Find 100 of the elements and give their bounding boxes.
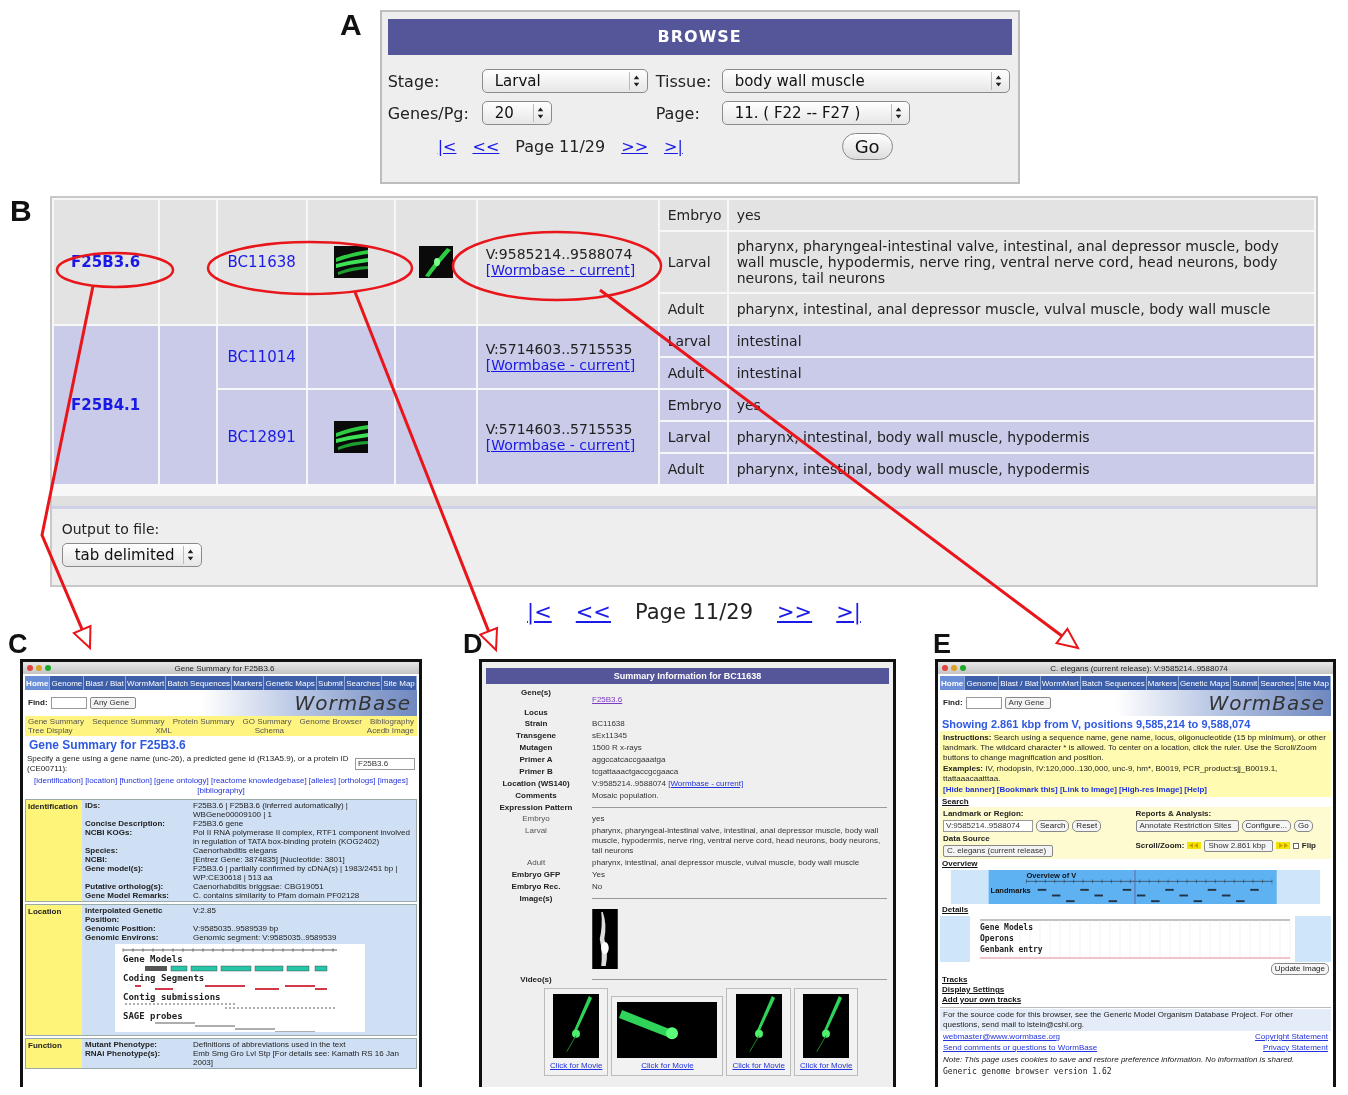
genes-per-page-select[interactable]: 20 — [481, 101, 552, 125]
landmarks-label: Landmarks — [990, 885, 1031, 895]
find-field[interactable] — [50, 697, 87, 709]
field-value: Yes — [592, 870, 607, 880]
sub-navigation-link[interactable]: Schema — [254, 726, 285, 735]
wormbase-link[interactable]: [Wormbase - current] — [485, 437, 636, 453]
movie-link[interactable]: Click for Movie — [550, 1061, 603, 1070]
table-cell: Adult — [659, 294, 727, 324]
table-cell: Larval — [659, 232, 727, 292]
first-page-link[interactable]: |< — [437, 137, 457, 156]
next-page-link[interactable]: >> — [777, 600, 813, 624]
update-image-button[interactable]: Update Image — [1270, 963, 1329, 975]
last-page-link[interactable]: >| — [664, 137, 683, 156]
go-button[interactable]: Go — [841, 133, 893, 160]
privacy-link[interactable]: Privacy Statement — [1263, 1043, 1328, 1053]
comments-link[interactable]: Send comments or questions to WormBase — [943, 1043, 1098, 1053]
search-button[interactable]: Search — [1036, 820, 1070, 832]
sub-navigation-link[interactable]: Gene Summary — [28, 717, 85, 726]
gene-link[interactable]: F25B4.1 — [71, 397, 141, 413]
gene-link[interactable]: F25B3.6 — [71, 254, 141, 270]
reset-button[interactable]: Reset — [1072, 820, 1102, 832]
scroll-left-icon[interactable] — [1187, 842, 1202, 849]
go-button[interactable]: Go — [1293, 820, 1313, 832]
page-select[interactable]: 11. ( F22 -- F27 ) — [721, 101, 910, 125]
find-select[interactable]: Any Gene — [1004, 697, 1052, 709]
configure-button[interactable]: Configure... — [1241, 820, 1291, 832]
field-label: Putative ortholog(s): — [85, 882, 165, 891]
previous-page-link[interactable]: << — [575, 600, 611, 624]
field-label: Embryo — [521, 814, 551, 823]
field-label: Tissue: — [655, 71, 713, 91]
data-source-select[interactable]: C. elegans (current release) — [943, 845, 1054, 857]
zoom-select[interactable]: Show 2.861 kbp — [1204, 839, 1273, 852]
minimize-icon[interactable] — [36, 665, 42, 671]
table-cell: Embryo — [659, 390, 727, 420]
field-value: pharynx, intestinal, anal depressor muscle, vulval muscle, body wall muscle — [592, 858, 861, 868]
find-field[interactable] — [965, 697, 1002, 709]
tissue-select[interactable]: body wall muscle — [721, 69, 1010, 93]
table-cell: Larval — [659, 422, 727, 452]
checkbox-icon[interactable] — [1292, 842, 1299, 849]
section-toggle[interactable]: Display Settings — [938, 985, 1009, 995]
stage-select[interactable]: Larval — [481, 69, 648, 93]
find-label: Find: — [28, 698, 48, 708]
table-cell: intestinal — [728, 326, 1314, 356]
sub-navigation-link[interactable]: Sequence Summary — [92, 717, 165, 726]
movie-link[interactable]: Click for Movie — [732, 1061, 785, 1070]
field-label: Concise Description: — [85, 819, 166, 828]
sub-navigation-link[interactable]: Acedb Image — [366, 726, 414, 735]
section-title: Function — [26, 1039, 82, 1068]
landmark-field[interactable]: V:9585214..9588074 — [943, 820, 1033, 832]
page-indicator: Page 11/29 — [515, 137, 606, 156]
wormbase-link[interactable]: [Wormbase - current] — [485, 262, 636, 278]
field-label: Genomic Environs: — [85, 933, 160, 942]
last-page-link[interactable]: >| — [836, 600, 861, 624]
wormbase-link[interactable]: [Wormbase - current] — [668, 779, 744, 788]
gene-link[interactable]: F25B3.6 — [592, 695, 623, 704]
field-value: Pol II RNA polymerase II complex, RTF1 component involved in regulation of TATA box-binding protein (KOG2402) — [193, 828, 411, 846]
sub-navigation-link[interactable]: Bibliography — [369, 717, 414, 726]
movie-link[interactable]: Click for Movie — [799, 1061, 853, 1070]
scroll-right-icon[interactable] — [1275, 842, 1290, 849]
gene-search-field[interactable]: F25B3.6 — [355, 758, 415, 770]
sub-navigation-link[interactable]: Protein Summary — [172, 717, 235, 726]
sub-navigation-link[interactable]: Tree Display — [28, 726, 73, 735]
reports-select[interactable]: Annotate Restriction Sites — [1135, 820, 1239, 832]
wormbase-link[interactable]: [Wormbase - current] — [485, 357, 636, 373]
output-format-select[interactable]: tab delimited — [61, 543, 202, 567]
search-toggle[interactable]: Search — [938, 797, 973, 807]
section-title: Location — [26, 905, 82, 1035]
field-value: Caenorhabditis briggsae: CBG19051 — [193, 882, 325, 891]
field-label: Location (WS140) — [501, 779, 571, 788]
minimize-icon[interactable] — [951, 665, 957, 671]
field-label: Embryo GFP — [510, 870, 562, 879]
sub-navigation-link[interactable]: Genome Browser — [299, 717, 362, 726]
cookie-note: Note: This page uses cookies to save and restore preference information. No information is shared. — [942, 1054, 1296, 1066]
contact-link[interactable]: webmaster@www.wormbase.org — [943, 1032, 1061, 1042]
table-cell: Embryo — [659, 200, 727, 230]
copyright-link[interactable]: Copyright Statement — [1255, 1032, 1328, 1042]
zoom-icon[interactable] — [960, 665, 966, 671]
movie-link[interactable]: Click for Movie — [641, 1061, 694, 1070]
find-select[interactable]: Any Gene — [89, 697, 137, 709]
previous-page-link[interactable]: << — [472, 137, 500, 156]
strain-link[interactable]: BC11014 — [227, 349, 296, 365]
section-links: [identification] [location] [function] [gene ontology] [reactome knowledgebase] [alleles] [orthologs] [images] [bibliography] — [33, 776, 409, 796]
table-cell: Larval — [659, 326, 727, 356]
table-cell: Adult — [659, 454, 727, 484]
section-toggle[interactable]: Tracks — [938, 975, 972, 985]
next-page-link[interactable]: >> — [621, 137, 649, 156]
overview-toggle[interactable]: Overview — [938, 859, 982, 869]
field-value: C. contains similarity to Pfam domain PF02128 — [193, 891, 361, 900]
zoom-icon[interactable] — [45, 665, 51, 671]
strain-link[interactable]: BC12891 — [227, 429, 296, 445]
strain-link[interactable]: BC11638 — [227, 254, 296, 270]
first-page-link[interactable]: |< — [527, 600, 552, 624]
section-toggle[interactable]: Add your own tracks — [938, 995, 1026, 1005]
sub-navigation-link[interactable]: GO Summary — [242, 717, 292, 726]
sub-navigation-link[interactable]: XML — [155, 726, 172, 735]
close-icon[interactable] — [942, 665, 948, 671]
details-toggle[interactable]: Details — [938, 905, 973, 915]
close-icon[interactable] — [27, 665, 33, 671]
track-label: Coding Segments — [123, 973, 205, 983]
field-label: IDs: — [85, 801, 102, 810]
